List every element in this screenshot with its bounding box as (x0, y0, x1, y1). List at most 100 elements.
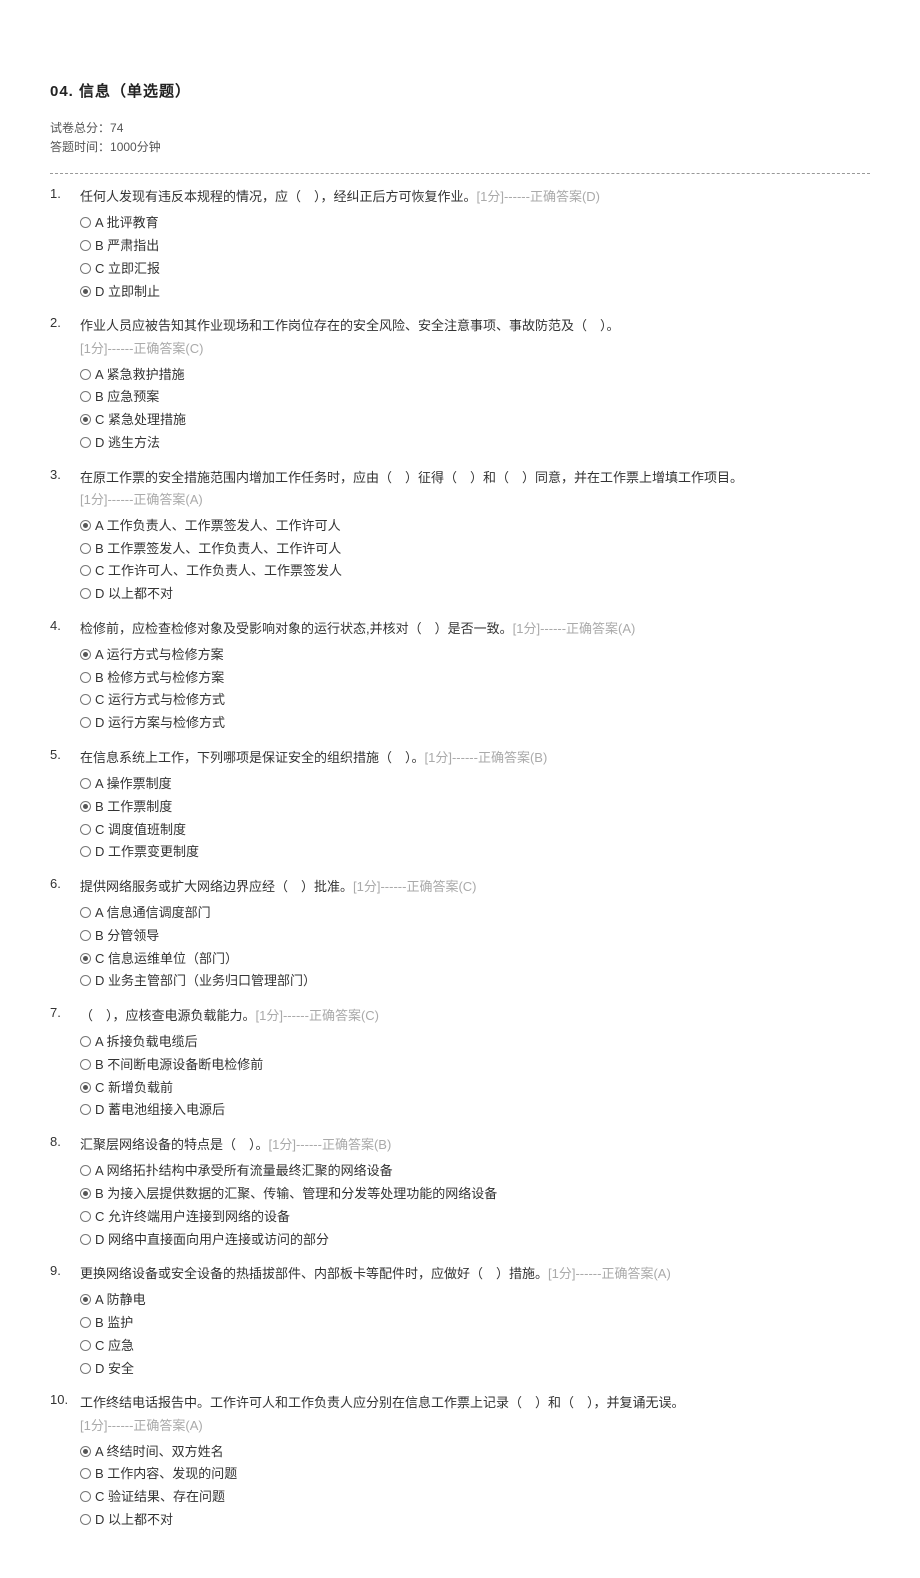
option-label: A (95, 367, 103, 382)
radio-selected-icon[interactable] (80, 801, 91, 812)
radio-icon[interactable] (80, 217, 91, 228)
radio-icon[interactable] (80, 1340, 91, 1351)
exam-meta: 试卷总分：74 答题时间：1000分钟 (50, 119, 870, 157)
option[interactable]: C 立即汇报 (80, 258, 870, 281)
radio-icon[interactable] (80, 672, 91, 683)
option[interactable]: D 网络中直接面向用户连接或访问的部分 (80, 1229, 870, 1252)
radio-icon[interactable] (80, 907, 91, 918)
radio-selected-icon[interactable] (80, 953, 91, 964)
radio-selected-icon[interactable] (80, 286, 91, 297)
option[interactable]: D 运行方案与检修方式 (80, 712, 870, 735)
radio-icon[interactable] (80, 846, 91, 857)
option[interactable]: A 运行方式与检修方案 (80, 644, 870, 667)
radio-icon[interactable] (80, 391, 91, 402)
option[interactable]: D 以上都不对 (80, 1509, 870, 1532)
question: 9.更换网络设备或安全设备的热插拔部件、内部板卡等配件时，应做好（ ）措施。[1… (50, 1257, 870, 1380)
option[interactable]: C 信息运维单位（部门） (80, 948, 870, 971)
radio-icon[interactable] (80, 1468, 91, 1479)
radio-icon[interactable] (80, 1317, 91, 1328)
option[interactable]: D 立即制止 (80, 281, 870, 304)
radio-selected-icon[interactable] (80, 1082, 91, 1093)
radio-selected-icon[interactable] (80, 1188, 91, 1199)
option[interactable]: C 紧急处理措施 (80, 409, 870, 432)
radio-icon[interactable] (80, 694, 91, 705)
option-text: 立即汇报 (108, 261, 160, 276)
option[interactable]: B 严肃指出 (80, 235, 870, 258)
question: 1.任何人发现有违反本规程的情况，应（ ），经纠正后方可恢复作业。[1分]---… (50, 180, 870, 303)
radio-icon[interactable] (80, 824, 91, 835)
option[interactable]: B 工作内容、发现的问题 (80, 1463, 870, 1486)
option[interactable]: C 允许终端用户连接到网络的设备 (80, 1206, 870, 1229)
option-text: 监护 (107, 1315, 133, 1330)
radio-icon[interactable] (80, 1059, 91, 1070)
option[interactable]: C 工作许可人、工作负责人、工作票签发人 (80, 560, 870, 583)
option[interactable]: C 新增负载前 (80, 1077, 870, 1100)
radio-icon[interactable] (80, 1234, 91, 1245)
radio-selected-icon[interactable] (80, 1446, 91, 1457)
option[interactable]: A 终结时间、双方姓名 (80, 1441, 870, 1464)
option[interactable]: D 业务主管部门（业务归口管理部门） (80, 970, 870, 993)
option[interactable]: A 操作票制度 (80, 773, 870, 796)
option[interactable]: B 分管领导 (80, 925, 870, 948)
radio-icon[interactable] (80, 778, 91, 789)
option[interactable]: A 防静电 (80, 1289, 870, 1312)
stem-text: 汇聚层网络设备的特点是（ ）。 (80, 1137, 269, 1152)
radio-selected-icon[interactable] (80, 649, 91, 660)
option[interactable]: B 工作票制度 (80, 796, 870, 819)
option[interactable]: C 应急 (80, 1335, 870, 1358)
option[interactable]: B 不间断电源设备断电检修前 (80, 1054, 870, 1077)
total-score-label: 试卷总分： (50, 121, 110, 135)
option[interactable]: B 工作票签发人、工作负责人、工作许可人 (80, 538, 870, 561)
option[interactable]: D 以上都不对 (80, 583, 870, 606)
time-label: 答题时间： (50, 140, 110, 154)
option[interactable]: C 运行方式与检修方式 (80, 689, 870, 712)
stem-text: 更换网络设备或安全设备的热插拔部件、内部板卡等配件时，应做好（ ）措施。 (80, 1266, 548, 1281)
radio-icon[interactable] (80, 1104, 91, 1115)
option[interactable]: B 监护 (80, 1312, 870, 1335)
option[interactable]: B 为接入层提供数据的汇聚、传输、管理和分发等处理功能的网络设备 (80, 1183, 870, 1206)
radio-icon[interactable] (80, 1165, 91, 1176)
option[interactable]: B 应急预案 (80, 386, 870, 409)
radio-icon[interactable] (80, 565, 91, 576)
radio-icon[interactable] (80, 543, 91, 554)
option[interactable]: A 批评教育 (80, 212, 870, 235)
question-number: 7. (50, 1005, 80, 1122)
option[interactable]: D 逃生方法 (80, 432, 870, 455)
radio-icon[interactable] (80, 369, 91, 380)
option[interactable]: A 紧急救护措施 (80, 364, 870, 387)
option-text: 严肃指出 (107, 238, 159, 253)
option[interactable]: A 信息通信调度部门 (80, 902, 870, 925)
option[interactable]: D 安全 (80, 1358, 870, 1381)
option[interactable]: C 验证结果、存在问题 (80, 1486, 870, 1509)
radio-icon[interactable] (80, 1036, 91, 1047)
radio-icon[interactable] (80, 717, 91, 728)
options-list: A 网络拓扑结构中承受所有流量最终汇聚的网络设备B 为接入层提供数据的汇聚、传输… (80, 1160, 870, 1251)
radio-selected-icon[interactable] (80, 520, 91, 531)
radio-icon[interactable] (80, 975, 91, 986)
radio-icon[interactable] (80, 1514, 91, 1525)
radio-selected-icon[interactable] (80, 1294, 91, 1305)
option-text: 工作许可人、工作负责人、工作票签发人 (108, 563, 342, 578)
radio-icon[interactable] (80, 263, 91, 274)
option-text: 信息通信调度部门 (107, 905, 211, 920)
option[interactable]: A 工作负责人、工作票签发人、工作许可人 (80, 515, 870, 538)
option[interactable]: B 检修方式与检修方案 (80, 667, 870, 690)
option-label: C (95, 1338, 104, 1353)
option[interactable]: A 网络拓扑结构中承受所有流量最终汇聚的网络设备 (80, 1160, 870, 1183)
radio-icon[interactable] (80, 437, 91, 448)
option[interactable]: D 蓄电池组接入电源后 (80, 1099, 870, 1122)
radio-icon[interactable] (80, 1491, 91, 1502)
option-text: 运行方式与检修方案 (107, 647, 224, 662)
question-number: 10. (50, 1392, 80, 1531)
radio-icon[interactable] (80, 1211, 91, 1222)
option-label: A (95, 1034, 103, 1049)
radio-selected-icon[interactable] (80, 414, 91, 425)
option-text: 业务主管部门（业务归口管理部门） (108, 973, 316, 988)
radio-icon[interactable] (80, 588, 91, 599)
radio-icon[interactable] (80, 240, 91, 251)
option[interactable]: D 工作票变更制度 (80, 841, 870, 864)
radio-icon[interactable] (80, 930, 91, 941)
radio-icon[interactable] (80, 1363, 91, 1374)
option[interactable]: C 调度值班制度 (80, 819, 870, 842)
option[interactable]: A 拆接负载电缆后 (80, 1031, 870, 1054)
